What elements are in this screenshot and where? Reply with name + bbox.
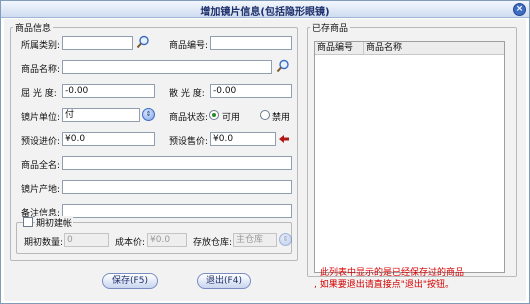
name-label: 商品名称:	[21, 65, 61, 75]
initial-cost-field[interactable]: ¥0.0	[147, 233, 187, 247]
unit-select[interactable]: 付	[62, 108, 140, 122]
dropdown-arrow-icon[interactable]: ⇕	[142, 108, 155, 121]
search-icon[interactable]	[136, 35, 150, 49]
cylinder-field[interactable]: -0.00	[210, 84, 292, 98]
price-label: 预设售价:	[169, 137, 209, 147]
title-bar[interactable]: 增加镜片信息(包括隐形眼镜) ×	[1, 1, 529, 18]
origin-field[interactable]	[62, 180, 292, 194]
hint-line-2: , 如果要退出请直接点"退出"按钮。	[314, 280, 455, 290]
status-disabled-radio[interactable]	[260, 110, 270, 120]
cost-label: 预设进价:	[21, 137, 61, 147]
dialog-body: 商品信息 所属类别: 商品编号: 商品名称: 屈 光 度: -0.00 散 光 …	[4, 19, 526, 301]
cost-field[interactable]: ¥0.0	[62, 132, 155, 146]
warehouse-label: 存放仓库:	[193, 238, 233, 248]
origin-label: 镜片产地:	[21, 185, 61, 195]
sphere-field[interactable]: -0.00	[62, 84, 155, 98]
save-button[interactable]: 保存(F5)	[102, 273, 158, 289]
product-info-legend: 商品信息	[15, 24, 52, 34]
dialog-window: 增加镜片信息(包括隐形眼镜) × 商品信息 所属类别: 商品编号: 商品名称: …	[0, 0, 530, 304]
sphere-label: 屈 光 度:	[21, 89, 57, 99]
column-header-name[interactable]: 商品名称	[364, 42, 504, 55]
price-field[interactable]: ¥0.0	[210, 132, 276, 146]
hint-text: 此列表中显示的是已经保存过的商品 , 如果要退出请直接点"退出"按钮。	[314, 267, 514, 291]
category-field[interactable]	[62, 36, 133, 50]
close-icon[interactable]: ×	[513, 3, 526, 16]
existing-products-legend: 已存商品	[312, 24, 349, 34]
initial-cost-label: 成本价:	[115, 238, 146, 248]
exit-button[interactable]: 退出(F4)	[197, 273, 251, 289]
search-icon[interactable]	[276, 59, 290, 73]
status-enabled-label: 可用	[222, 113, 241, 123]
status-enabled-radio[interactable]	[209, 110, 219, 120]
category-label: 所属类别:	[21, 41, 61, 51]
warehouse-select[interactable]: 主仓库	[233, 233, 277, 247]
cylinder-label: 散 光 度:	[169, 89, 205, 99]
status-label: 商品状态:	[169, 113, 209, 123]
initial-account-label: 期初建帐	[35, 216, 74, 229]
arrow-left-icon	[279, 135, 289, 143]
hint-line-1: 此列表中显示的是已经保存过的商品	[320, 268, 465, 278]
warehouse-dropdown-icon[interactable]: ⇕	[279, 233, 292, 246]
code-label: 商品编号:	[169, 41, 209, 51]
initial-qty-field[interactable]: 0	[64, 233, 109, 247]
list-header: 商品编号 商品名称	[315, 42, 504, 55]
initial-qty-label: 期初数量:	[24, 238, 64, 248]
fullname-field[interactable]	[62, 156, 292, 170]
initial-account-checkbox[interactable]	[23, 217, 33, 227]
existing-products-list[interactable]: 商品编号 商品名称	[314, 41, 505, 273]
status-disabled-label: 禁用	[272, 113, 291, 123]
window-title: 增加镜片信息(包括隐形眼镜)	[200, 7, 330, 18]
code-field[interactable]	[210, 36, 292, 50]
name-field[interactable]	[62, 60, 272, 74]
remark-field[interactable]	[62, 204, 292, 218]
column-header-code[interactable]: 商品编号	[315, 42, 364, 55]
unit-label: 镜片单位:	[21, 113, 61, 123]
fullname-label: 商品全名:	[21, 161, 61, 171]
